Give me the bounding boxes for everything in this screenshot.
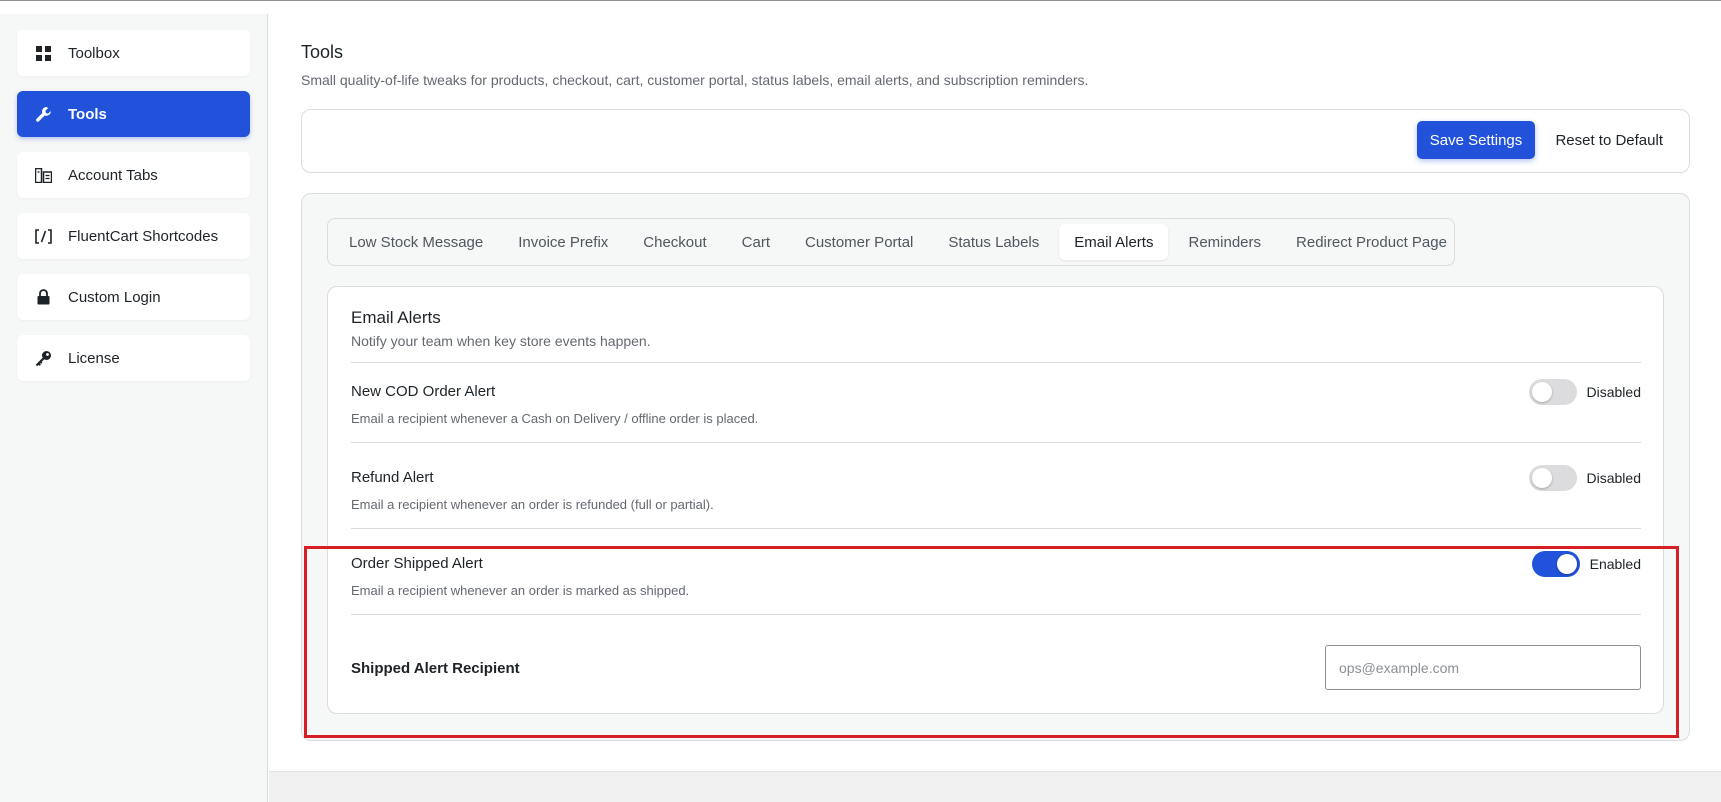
toggle-status-label: Disabled bbox=[1586, 470, 1641, 486]
toggle-knob bbox=[1556, 554, 1577, 574]
main-content: Tools Small quality-of-life tweaks for p… bbox=[269, 14, 1721, 802]
tab-redirect-product-page[interactable]: Redirect Product Page bbox=[1281, 224, 1462, 260]
sidebar-item-tools[interactable]: Tools bbox=[17, 91, 250, 137]
toggle-status-label: Disabled bbox=[1586, 384, 1641, 400]
shipped-alert-recipient-input[interactable] bbox=[1325, 645, 1641, 690]
toggle-status-label: Enabled bbox=[1589, 556, 1641, 572]
sidebar-item-label: Custom Login bbox=[68, 288, 161, 306]
sidebar-item-custom-login[interactable]: Custom Login bbox=[17, 274, 250, 320]
alert-description-order-shipped: Email a recipient whenever an order is m… bbox=[351, 583, 690, 598]
sidebar-item-label: Tools bbox=[68, 105, 107, 123]
grid-icon bbox=[35, 45, 52, 62]
shortcode-icon bbox=[35, 228, 52, 245]
tab-invoice-prefix[interactable]: Invoice Prefix bbox=[503, 224, 623, 260]
tab-customer-portal[interactable]: Customer Portal bbox=[790, 224, 928, 260]
alert-toggle-group-new-cod-order: Disabled bbox=[1528, 379, 1641, 405]
tab-cart[interactable]: Cart bbox=[727, 224, 785, 260]
new-cod-order-alert-toggle[interactable] bbox=[1528, 379, 1577, 405]
tab-status-labels[interactable]: Status Labels bbox=[933, 224, 1054, 260]
page-title: Tools bbox=[301, 42, 344, 62]
divider bbox=[351, 362, 1641, 363]
lock-icon bbox=[35, 289, 52, 306]
bottom-bar bbox=[269, 771, 1721, 802]
settings-action-bar: Save Settings Reset to Default bbox=[301, 109, 1690, 173]
tab-checkout[interactable]: Checkout bbox=[628, 224, 721, 260]
account-tabs-icon bbox=[35, 167, 52, 184]
key-icon bbox=[35, 350, 52, 367]
alert-description-new-cod-order: Email a recipient whenever a Cash on Del… bbox=[351, 411, 759, 426]
panel-description: Notify your team when key store events h… bbox=[351, 333, 651, 349]
divider bbox=[351, 442, 1641, 443]
alert-toggle-group-refund: Disabled bbox=[1528, 465, 1641, 491]
sidebar-item-label: Toolbox bbox=[68, 44, 120, 62]
tab-bar: Low Stock Message Invoice Prefix Checkou… bbox=[327, 218, 1455, 266]
sidebar-item-account-tabs[interactable]: Account Tabs bbox=[17, 152, 250, 198]
alert-title-new-cod-order: New COD Order Alert bbox=[351, 383, 496, 400]
sidebar-item-toolbox[interactable]: Toolbox bbox=[17, 30, 250, 76]
sidebar-item-license[interactable]: License bbox=[17, 335, 250, 381]
email-alerts-panel: Email Alerts Notify your team when key s… bbox=[327, 286, 1664, 714]
alert-description-refund: Email a recipient whenever an order is r… bbox=[351, 497, 714, 512]
alert-title-order-shipped: Order Shipped Alert bbox=[351, 555, 483, 572]
toggle-knob bbox=[1531, 382, 1552, 402]
order-shipped-alert-toggle[interactable] bbox=[1531, 551, 1580, 577]
settings-container: Low Stock Message Invoice Prefix Checkou… bbox=[301, 193, 1690, 741]
page-description: Small quality-of-life tweaks for product… bbox=[301, 72, 1089, 88]
wrench-icon bbox=[35, 106, 52, 123]
refund-alert-toggle[interactable] bbox=[1528, 465, 1577, 491]
alert-title-refund: Refund Alert bbox=[351, 469, 434, 486]
alert-toggle-group-order-shipped: Enabled bbox=[1531, 551, 1641, 577]
tab-email-alerts[interactable]: Email Alerts bbox=[1059, 224, 1169, 260]
tab-low-stock-message[interactable]: Low Stock Message bbox=[334, 224, 498, 260]
sidebar-item-label: FluentCart Shortcodes bbox=[68, 227, 219, 245]
window-top-border bbox=[0, 0, 1721, 1]
sidebar-item-label: Account Tabs bbox=[68, 166, 158, 184]
reset-to-default-button[interactable]: Reset to Default bbox=[1555, 121, 1663, 159]
divider bbox=[351, 614, 1641, 615]
divider bbox=[351, 528, 1641, 529]
toggle-knob bbox=[1531, 468, 1552, 488]
tab-reminders[interactable]: Reminders bbox=[1173, 224, 1276, 260]
sidebar: Toolbox Tools Account Tabs FluentCart Sh… bbox=[0, 14, 268, 802]
save-settings-button[interactable]: Save Settings bbox=[1417, 121, 1535, 159]
sidebar-item-label: License bbox=[68, 349, 120, 367]
panel-title: Email Alerts bbox=[351, 308, 441, 327]
shipped-alert-recipient-label: Shipped Alert Recipient bbox=[351, 660, 520, 677]
sidebar-item-fluentcart-shortcodes[interactable]: FluentCart Shortcodes bbox=[17, 213, 250, 259]
